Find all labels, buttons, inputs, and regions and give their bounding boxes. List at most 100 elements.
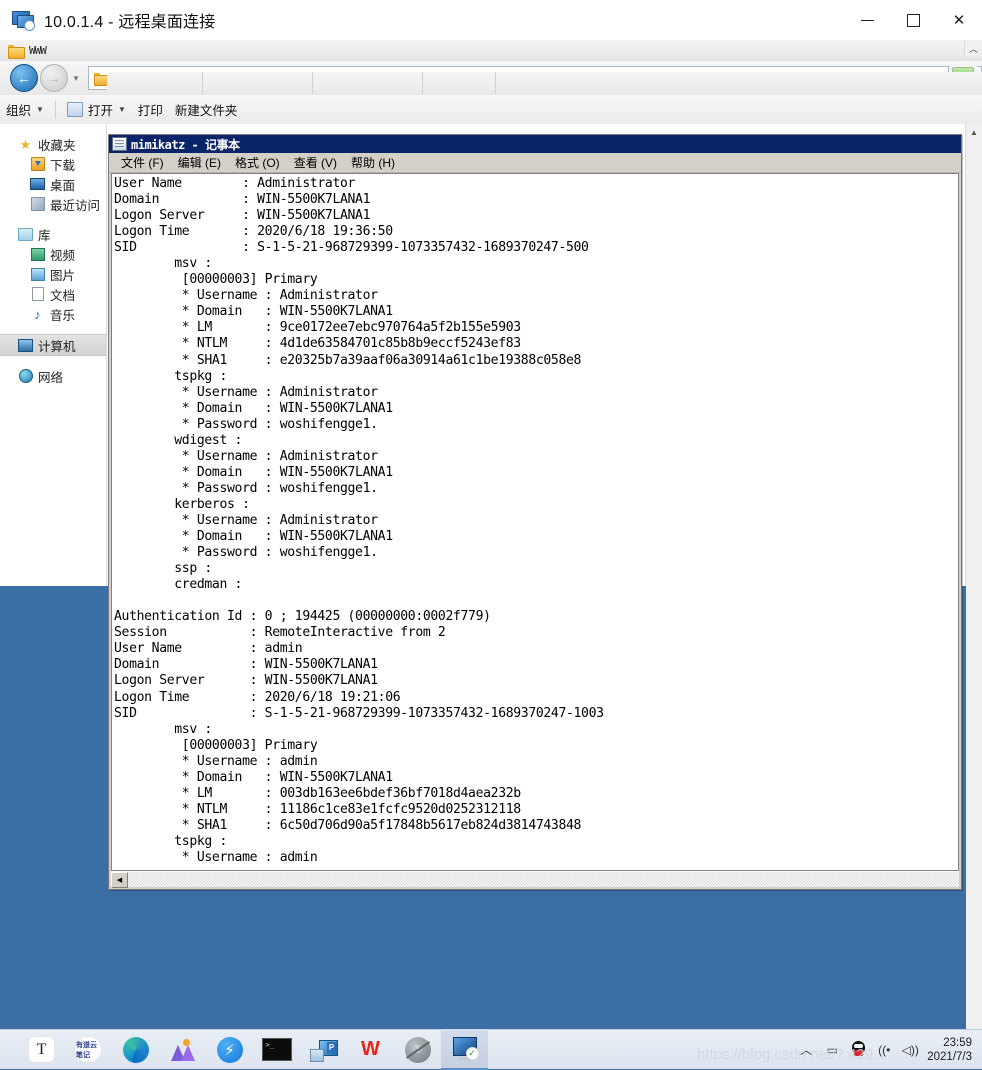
sidebar-item-label: 桌面 [50,178,76,193]
maximize-button[interactable] [890,0,936,40]
nav-group-libraries: 库 视频 图片 文档 ♪ 音乐 [0,224,106,324]
history-dropdown-icon[interactable]: ▼ [72,74,80,83]
scroll-up-icon[interactable]: ▲ [966,124,982,140]
qq-penguin-icon[interactable] [845,1030,871,1069]
sidebar-item-favorites[interactable]: ★ 收藏夹 [0,134,106,154]
sidebar-item-downloads[interactable]: 下载 [0,154,106,174]
menu-view[interactable]: 查看 (V) [287,154,344,171]
taskbar-youdao-note-icon[interactable]: 有道云笔记 [65,1030,112,1069]
taskbar-edge-icon[interactable] [112,1030,159,1069]
notepad-horizontal-scrollbar[interactable]: ◀ [111,871,959,888]
menu-edit[interactable]: 编辑 (E) [171,154,228,171]
taskbar-360-icon[interactable]: ① [394,1030,441,1069]
scroll-up-arrow-top[interactable]: ︿ [964,40,982,57]
wifi-icon[interactable]: ((• [871,1030,897,1069]
remote-desktop-icon: ✓ [451,1036,479,1061]
close-button[interactable]: ✕ [936,0,982,40]
taskbar-typora-icon[interactable]: T [18,1030,65,1069]
toolbar-organize[interactable]: 组织 ▼ [0,98,50,122]
sidebar-item-libraries[interactable]: 库 [0,224,106,244]
documents-icon [30,287,45,301]
explorer-toolbar: 组织 ▼ 打开 ▼ 打印 新建文件夹 [0,95,982,125]
battery-icon[interactable]: ▭ [819,1030,845,1069]
remote-desktop-icon [12,10,35,31]
sidebar-item-label: 视频 [50,248,76,263]
clock[interactable]: 23:59 2021/7/3 [923,1036,978,1064]
clock-time: 23:59 [943,1036,972,1049]
rdp-window-title: 10.0.1.4 - 远程桌面连接 [44,14,216,31]
notepad-text-area[interactable]: User Name : Administrator Domain : WIN-5… [111,173,959,871]
nav-group-network: 网络 [0,366,106,386]
forward-button[interactable]: → [40,64,68,92]
toolbar-print-label: 打印 [137,104,163,118]
sidebar-item-label: 最近访问 [50,198,101,213]
toolbar-divider [54,101,56,118]
scroll-left-icon[interactable]: ◀ [111,871,128,888]
chevron-down-icon: ▼ [36,105,44,114]
network-icon [18,369,33,383]
notepad-icon [112,137,127,151]
column-divider[interactable] [422,72,423,94]
column-headers[interactable] [107,72,982,94]
menu-format[interactable]: 格式 (O) [228,154,287,171]
folder-icon [8,44,25,59]
sidebar-item-label: 收藏夹 [38,138,76,153]
command-prompt-icon [261,1038,292,1061]
nav-group-computer: 计算机 [0,334,106,356]
sidebar-item-videos[interactable]: 视频 [0,244,106,264]
notepad-window-title: mimikatz - 记事本 [131,137,240,152]
library-icon [18,227,33,241]
menu-help[interactable]: 帮助 (H) [344,154,402,171]
screen-root: 10.0.1.4 - 远程桌面连接 ✕ WWW ← → ▼ ▸ 计算机 ▸ 本地… [0,0,982,1070]
taskbar-thunder-icon[interactable]: ⚡ [206,1030,253,1069]
taskbar-mountain-app-icon[interactable] [159,1030,206,1069]
music-icon: ♪ [34,306,41,322]
chevron-down-icon: ▼ [117,105,126,114]
explorer-vertical-scrollbar[interactable]: ▲ [965,124,982,1030]
volume-icon[interactable]: ◁)) [897,1030,923,1069]
typora-icon: T [28,1036,55,1063]
sidebar-item-computer[interactable]: 计算机 [0,334,106,356]
show-hidden-icons-chevron[interactable]: ︿ [793,1030,819,1069]
sidebar-item-label: 文档 [50,288,76,303]
sidebar-item-label: 库 [38,228,51,243]
taskbar-wps-icon[interactable]: W [347,1030,394,1069]
taskbar: T 有道云笔记 ⚡ P W ① ✓ [0,1029,982,1070]
toolbar-open[interactable]: 打开 ▼ [61,98,132,122]
notepad-content[interactable]: User Name : Administrator Domain : WIN-5… [114,176,958,866]
scrollbar-track[interactable] [128,872,959,887]
remote-connect-icon: P [309,1038,338,1062]
back-button[interactable]: ← [10,64,38,92]
edge-icon [122,1036,149,1063]
minimize-button[interactable] [844,0,890,40]
sidebar-item-documents[interactable]: 文档 [0,284,106,304]
explorer-title-bar: WWW [0,40,982,62]
sidebar-item-pictures[interactable]: 图片 [0,264,106,284]
toolbar-open-label: 打开 [87,104,113,118]
wps-icon: W [361,1038,380,1060]
sidebar-item-label: 音乐 [50,308,76,323]
column-divider[interactable] [202,72,203,94]
notepad-title-bar: mimikatz - 记事本 [109,135,961,153]
videos-icon [30,247,45,261]
toolbar-new-folder[interactable]: 新建文件夹 [169,98,244,122]
360-icon: ① [404,1036,431,1063]
column-divider[interactable] [495,72,496,94]
breadcrumb-folder-icon [93,72,110,86]
star-icon: ★ [19,136,32,152]
toolbar-print[interactable]: 打印 [132,98,169,122]
taskbar-remote-desktop-icon[interactable]: ✓ [441,1029,488,1070]
sidebar-item-recent-places[interactable]: 最近访问 [0,194,106,214]
sidebar-item-network[interactable]: 网络 [0,366,106,386]
sidebar-item-desktop[interactable]: 桌面 [0,174,106,194]
menu-file[interactable]: 文件 (F) [114,154,171,171]
system-tray: ︿ ▭ ((• ◁)) 23:59 2021/7/3 [793,1030,982,1069]
taskbar-remote-connect-icon[interactable]: P [300,1030,347,1069]
column-divider[interactable] [312,72,313,94]
sidebar-item-music[interactable]: ♪ 音乐 [0,304,106,324]
rdp-window-controls: ✕ [844,0,982,40]
youdao-note-icon: 有道云笔记 [75,1036,102,1063]
taskbar-command-prompt-icon[interactable] [253,1030,300,1069]
notepad-window: mimikatz - 记事本 文件 (F) 编辑 (E) 格式 (O) 查看 (… [108,134,962,890]
downloads-icon [30,157,45,171]
